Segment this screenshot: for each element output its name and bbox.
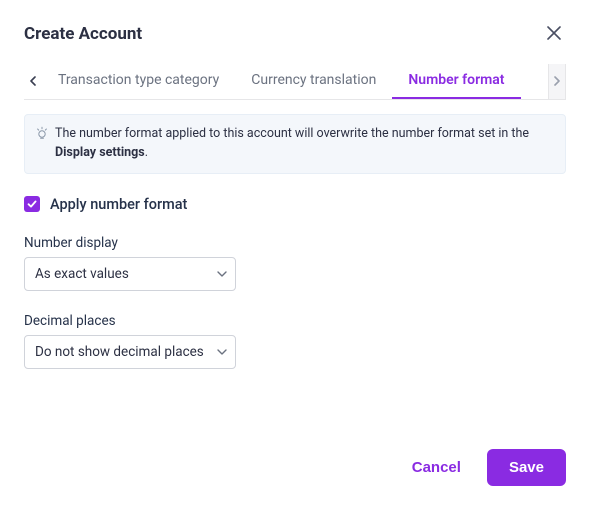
number-display-value: As exact values (35, 266, 129, 282)
apply-number-format-checkbox[interactable] (24, 196, 40, 212)
number-display-group: Number display As exact values (24, 235, 566, 291)
decimal-places-select[interactable]: Do not show decimal places (24, 335, 236, 369)
tabs-scroll-right-button[interactable] (548, 64, 566, 99)
apply-number-format-label: Apply number format (50, 196, 187, 213)
close-button[interactable] (542, 22, 566, 46)
dialog-footer: Cancel Save (24, 437, 566, 486)
dialog-title: Create Account (24, 24, 142, 44)
tabs-scroll-left-button[interactable] (24, 64, 42, 99)
tab-currency-translation[interactable]: Currency translation (235, 64, 392, 99)
close-icon (547, 26, 561, 43)
chevron-down-icon (217, 344, 227, 360)
info-text-pre: The number format applied to this accoun… (55, 126, 529, 141)
save-button[interactable]: Save (487, 449, 566, 486)
apply-number-format-row: Apply number format (24, 196, 566, 213)
info-text-post: . (145, 145, 148, 160)
chevron-right-icon (553, 74, 561, 89)
cancel-button[interactable]: Cancel (408, 451, 465, 484)
decimal-places-label: Decimal places (24, 313, 566, 329)
chevron-down-icon (217, 266, 227, 282)
info-text-bold: Display settings (55, 145, 145, 160)
decimal-places-group: Decimal places Do not show decimal place… (24, 313, 566, 369)
lightbulb-icon (35, 126, 49, 147)
chevron-left-icon (29, 74, 37, 89)
info-text: The number format applied to this accoun… (55, 125, 553, 163)
number-display-label: Number display (24, 235, 566, 251)
tabs-container: Transaction type category Currency trans… (24, 64, 566, 100)
tab-number-format[interactable]: Number format (392, 64, 520, 99)
create-account-dialog: Create Account Transaction type category… (0, 0, 590, 506)
number-display-select[interactable]: As exact values (24, 257, 236, 291)
tab-transaction-type-category[interactable]: Transaction type category (42, 64, 235, 99)
info-banner: The number format applied to this accoun… (24, 114, 566, 174)
dialog-header: Create Account (24, 22, 566, 46)
check-icon (27, 197, 37, 212)
decimal-places-value: Do not show decimal places (35, 344, 204, 360)
tabs-list: Transaction type category Currency trans… (42, 64, 548, 99)
